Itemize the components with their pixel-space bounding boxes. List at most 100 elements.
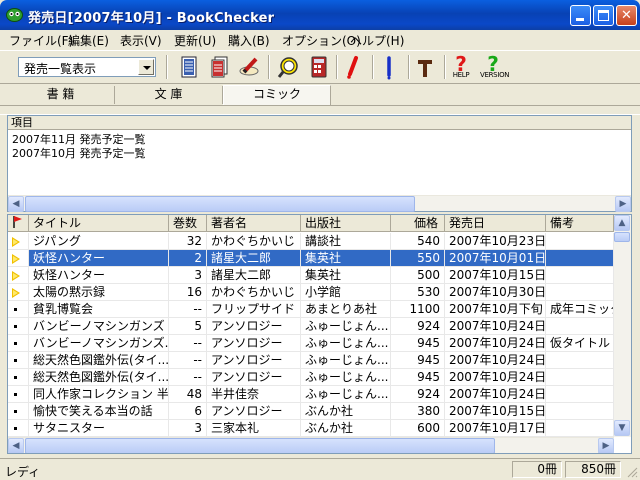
scroll-thumb[interactable] [25, 196, 415, 212]
menu-view[interactable]: 表示(V) [120, 32, 162, 49]
upper-horizontal-scrollbar[interactable]: ◀ ▶ [8, 195, 631, 212]
cell-volume: 48 [169, 386, 207, 403]
cell-notes: 成年コミック [546, 301, 614, 318]
release-table: タイトル 巻数 著者名 出版社 価格 発売日 備考 ジパング 32 かわぐちかいじ講… [7, 214, 632, 454]
cell-release-date: 2007年10月30日 [445, 284, 546, 301]
calculator-button[interactable] [306, 54, 332, 80]
version-button[interactable]: ? VERSION [480, 52, 510, 80]
cell-title: 貧乳博覧会 [29, 301, 169, 318]
cell-publisher: 集英社 [301, 250, 391, 267]
cell-title: 総天然色図鑑外伝(タイ... [29, 369, 169, 386]
cell-price: 530 [391, 284, 445, 301]
chevron-down-icon[interactable] [138, 59, 154, 75]
table-row[interactable]: 貧乳博覧会--フリップサイドあまとりあ社11002007年10月下旬成年コミック [8, 301, 614, 318]
cell-publisher: 集英社 [301, 267, 391, 284]
scroll-down-icon[interactable]: ▼ [614, 420, 630, 436]
scroll-left-icon[interactable]: ◀ [8, 438, 24, 453]
pin-button[interactable] [412, 54, 438, 80]
minimize-button[interactable] [570, 5, 591, 26]
tab-bunko[interactable]: 文 庫 [115, 86, 223, 104]
help-button[interactable]: ? HELP [448, 52, 474, 80]
cell-volume: -- [169, 301, 207, 318]
cell-release-date: 2007年10月15日 [445, 267, 546, 284]
table-row[interactable]: ジパング 32 かわぐちかいじ 講談社 540 2007年10月23日 [8, 233, 614, 250]
scroll-up-icon[interactable]: ▲ [614, 215, 630, 231]
table-horizontal-scrollbar[interactable]: ◀ ▶ [8, 437, 614, 453]
dot-marker-icon [14, 427, 17, 430]
dot-marker-icon [14, 359, 17, 362]
cell-title: 同人作家コレクション 半... [29, 386, 169, 403]
maximize-button[interactable] [593, 5, 614, 26]
column-release-date[interactable]: 発売日 [445, 215, 546, 232]
table-row[interactable]: 妖怪ハンター 2 諸星大二郎 集英社 550 2007年10月01日 [8, 250, 614, 267]
search-button[interactable] [276, 54, 302, 80]
table-row[interactable]: バンビーノマシンガンズ 5 アンソロジー ふゅーじょん... 924 2007年10月24… [8, 318, 614, 335]
list-item[interactable]: 2007年10月 発売予定一覧 [12, 145, 146, 161]
cell-notes: 仮タイトル [546, 335, 614, 352]
dot-marker-icon [14, 376, 17, 379]
tab-books[interactable]: 書 籍 [7, 86, 115, 104]
scroll-right-icon[interactable]: ▶ [615, 196, 631, 212]
column-volume[interactable]: 巻数 [169, 215, 207, 232]
scroll-right-icon[interactable]: ▶ [598, 438, 614, 453]
toolbar-separator [336, 55, 338, 79]
books-stack-button[interactable] [206, 54, 232, 80]
menu-options[interactable]: オプション(O) [282, 32, 361, 49]
view-mode-select[interactable]: 発売一覧表示 [18, 57, 156, 77]
red-mark-button[interactable] [340, 54, 366, 80]
menu-help[interactable]: ヘルプ(H) [350, 32, 404, 49]
cell-price: 1100 [391, 301, 445, 318]
table-row[interactable]: 総天然色図鑑外伝(タイ... -- アンソロジー ふゅーじょん... 945 2007年1… [8, 352, 614, 369]
pin-icon [418, 60, 432, 77]
table-row[interactable]: 総天然色図鑑外伝(タイ... -- アンソロジー ふゅーじょん... 945 2007年1… [8, 369, 614, 386]
cell-price: 945 [391, 369, 445, 386]
scroll-left-icon[interactable]: ◀ [8, 196, 24, 212]
table-header: タイトル 巻数 著者名 出版社 価格 発売日 備考 [8, 215, 614, 232]
menu-edit[interactable]: 編集(E) [68, 32, 109, 49]
schedule-list-header[interactable]: 項目 [8, 116, 631, 130]
blue-mark-button[interactable] [376, 54, 402, 80]
cell-author: アンソロジー [207, 318, 301, 335]
table-row[interactable]: 同人作家コレクション 半... 48 半井佳奈 ふゅーじょん... 924 2007年10… [8, 386, 614, 403]
cell-price: 500 [391, 267, 445, 284]
menu-file[interactable]: ファイル(F) [9, 32, 73, 49]
table-row[interactable]: 太陽の黙示録 16 かわぐちかいじ 小学館 530 2007年10月30日 [8, 284, 614, 301]
cell-volume: 6 [169, 403, 207, 420]
scroll-thumb[interactable] [25, 438, 495, 453]
cell-price: 924 [391, 386, 445, 403]
table-row[interactable]: サタニスター 3 三家本礼 ぶんか社 600 2007年10月17日 [8, 420, 614, 437]
cell-volume: -- [169, 369, 207, 386]
cell-price: 924 [391, 318, 445, 335]
cell-release-date: 2007年10月24日 [445, 335, 546, 352]
table-row[interactable]: バンビーノマシンガンズ... -- アンソロジー ふゅーじょん... 945 2007年1… [8, 335, 614, 352]
table-row[interactable]: 愉快で笑える本当の話 6 アンソロジー ぶんか社 380 2007年10月15日 [8, 403, 614, 420]
blue-mark-icon [387, 56, 391, 80]
cell-author: アンソロジー [207, 403, 301, 420]
cell-marker [8, 318, 29, 335]
column-title[interactable]: タイトル [29, 215, 169, 232]
cell-publisher: ふゅーじょん... [301, 386, 391, 403]
book-list-button[interactable] [176, 54, 202, 80]
vertical-scrollbar[interactable]: ▲ ▼ [614, 215, 631, 437]
column-price[interactable]: 価格 [391, 215, 445, 232]
toolbar-separator [268, 55, 270, 79]
column-flag[interactable] [8, 215, 29, 232]
toolbar-separator [444, 55, 446, 79]
column-author[interactable]: 著者名 [207, 215, 301, 232]
menu-purchase[interactable]: 購入(B) [228, 32, 270, 49]
close-button[interactable]: ✕ [616, 5, 637, 26]
splitter[interactable] [0, 105, 640, 115]
scroll-thumb[interactable] [614, 232, 630, 242]
menu-update[interactable]: 更新(U) [174, 32, 216, 49]
column-notes[interactable]: 備考 [546, 215, 614, 232]
resize-grip-icon[interactable] [626, 466, 638, 478]
edit-button[interactable] [236, 54, 262, 80]
table-row[interactable]: 妖怪ハンター 3 諸星大二郎 集英社 500 2007年10月15日 [8, 267, 614, 284]
cell-volume: 3 [169, 420, 207, 437]
tab-comic[interactable]: コミック [223, 85, 331, 105]
cell-price: 380 [391, 403, 445, 420]
dot-marker-icon [14, 325, 17, 328]
cell-publisher: 講談社 [301, 233, 391, 250]
column-publisher[interactable]: 出版社 [301, 215, 391, 232]
minimize-icon [576, 18, 584, 21]
